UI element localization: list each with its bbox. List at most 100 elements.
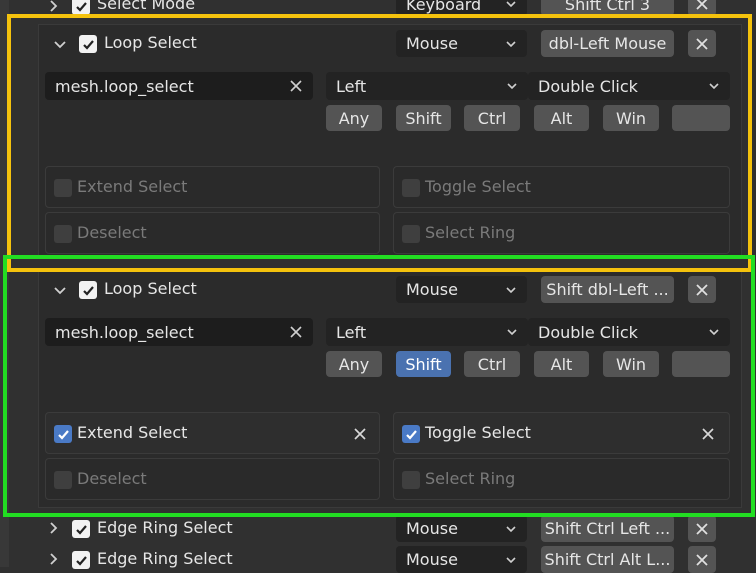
toggle-select-checkbox[interactable]: [402, 425, 420, 443]
remove-item-button[interactable]: [688, 546, 716, 573]
operator-field[interactable]: mesh.loop_select: [45, 72, 313, 100]
input-type-dropdown[interactable]: Keyboard: [396, 0, 527, 16]
modifier-alt-button[interactable]: Alt: [534, 105, 589, 131]
mouse-button-dropdown[interactable]: Left: [326, 72, 528, 100]
chevron-down-icon: [506, 286, 516, 293]
property-label: Deselect: [77, 469, 147, 488]
select-ring-checkbox[interactable]: [402, 471, 420, 489]
close-icon: [696, 37, 708, 50]
chevron-right-icon[interactable]: [43, 518, 63, 538]
chevron-right-icon[interactable]: [43, 0, 63, 16]
operator-value: mesh.loop_select: [55, 322, 194, 342]
operator-value: mesh.loop_select: [55, 76, 194, 96]
input-type-dropdown[interactable]: Mouse: [396, 276, 527, 303]
event-value: Double Click: [538, 322, 638, 342]
modifier-any-button[interactable]: Any: [326, 351, 382, 377]
chevron-down-icon: [507, 83, 517, 90]
key-modifier-field[interactable]: [672, 351, 730, 377]
chevron-down-icon[interactable]: [50, 280, 70, 300]
input-type-dropdown[interactable]: Mouse: [396, 515, 527, 542]
chevron-down-icon: [507, 329, 517, 336]
property-label: Select Ring: [425, 469, 516, 488]
property-extend-select[interactable]: Extend Select: [45, 412, 380, 454]
modifier-alt-button[interactable]: Alt: [534, 351, 589, 377]
modifier-ctrl-button[interactable]: Ctrl: [464, 105, 520, 131]
property-label: Extend Select: [77, 423, 188, 442]
extend-select-checkbox[interactable]: [54, 179, 72, 197]
input-type-value: Keyboard: [406, 0, 482, 14]
key-modifier-field[interactable]: [672, 105, 730, 131]
chevron-down-icon[interactable]: [50, 34, 70, 54]
property-select-ring[interactable]: Select Ring: [393, 212, 730, 254]
modifier-shift-button[interactable]: Shift: [396, 105, 451, 131]
close-icon: [696, 0, 708, 10]
input-type-value: Mouse: [406, 550, 458, 569]
loop-select-checkbox[interactable]: [79, 35, 97, 53]
remove-item-button[interactable]: [688, 0, 716, 16]
mouse-button-value: Left: [336, 322, 367, 342]
close-icon[interactable]: [700, 426, 716, 442]
chevron-right-icon[interactable]: [43, 549, 63, 569]
remove-item-button[interactable]: [688, 276, 716, 303]
remove-item-button[interactable]: [688, 515, 716, 542]
key-combo-button[interactable]: Shift Ctrl Left ...: [541, 515, 674, 542]
select-ring-checkbox[interactable]: [402, 225, 420, 243]
remove-item-button[interactable]: [688, 30, 716, 57]
property-extend-select[interactable]: Extend Select: [45, 166, 380, 208]
property-deselect[interactable]: Deselect: [45, 212, 380, 254]
modifier-win-button[interactable]: Win: [603, 105, 659, 131]
checkmark-icon: [405, 429, 417, 440]
checkmark-icon: [75, 555, 87, 566]
property-label: Toggle Select: [425, 423, 531, 442]
modifier-shift-button[interactable]: Shift: [396, 351, 451, 377]
input-type-dropdown[interactable]: Mouse: [396, 30, 527, 57]
mouse-button-dropdown[interactable]: Left: [326, 318, 528, 346]
chevron-down-icon: [709, 83, 719, 90]
close-icon[interactable]: [289, 325, 303, 339]
keymap-item-name: Loop Select: [104, 33, 197, 52]
key-combo-button[interactable]: dbl-Left Mouse: [541, 30, 674, 57]
input-type-value: Mouse: [406, 280, 458, 299]
deselect-checkbox[interactable]: [54, 471, 72, 489]
keymap-item-name: Select Mode: [97, 0, 196, 13]
loop-select-checkbox[interactable]: [79, 281, 97, 299]
property-toggle-select[interactable]: Toggle Select: [393, 166, 730, 208]
event-value-dropdown[interactable]: Double Click: [528, 318, 730, 346]
operator-field[interactable]: mesh.loop_select: [45, 318, 313, 346]
deselect-checkbox[interactable]: [54, 225, 72, 243]
property-label: Select Ring: [425, 223, 516, 242]
modifier-ctrl-button[interactable]: Ctrl: [464, 351, 520, 377]
event-value: Double Click: [538, 76, 638, 96]
close-icon: [696, 553, 708, 566]
property-deselect[interactable]: Deselect: [45, 458, 380, 500]
key-combo-button[interactable]: Shift Ctrl 3: [541, 0, 674, 16]
key-combo-button[interactable]: Shift dbl-Left ...: [541, 276, 674, 303]
chevron-down-icon: [506, 525, 516, 532]
chevron-down-icon: [506, 556, 516, 563]
property-label: Extend Select: [77, 177, 188, 196]
modifier-any-button[interactable]: Any: [326, 105, 382, 131]
checkmark-icon: [57, 429, 69, 440]
keymap-item-name: Edge Ring Select: [97, 549, 233, 568]
edge-ring-select-checkbox[interactable]: [72, 551, 90, 569]
property-toggle-select[interactable]: Toggle Select: [393, 412, 730, 454]
input-type-value: Mouse: [406, 34, 458, 53]
modifier-win-button[interactable]: Win: [603, 351, 659, 377]
close-icon[interactable]: [352, 426, 368, 442]
checkmark-icon: [75, 524, 87, 535]
close-icon[interactable]: [289, 79, 303, 93]
checkmark-icon: [75, 1, 87, 12]
key-combo-button[interactable]: Shift Ctrl Alt L...: [541, 546, 674, 573]
chevron-down-icon: [709, 329, 719, 336]
event-value-dropdown[interactable]: Double Click: [528, 72, 730, 100]
extend-select-checkbox[interactable]: [54, 425, 72, 443]
chevron-down-icon: [506, 1, 516, 8]
checkmark-icon: [82, 285, 94, 296]
property-select-ring[interactable]: Select Ring: [393, 458, 730, 500]
input-type-dropdown[interactable]: Mouse: [396, 546, 527, 573]
select-mode-checkbox[interactable]: [72, 0, 90, 15]
toggle-select-checkbox[interactable]: [402, 179, 420, 197]
property-label: Deselect: [77, 223, 147, 242]
mouse-button-value: Left: [336, 76, 367, 96]
edge-ring-select-checkbox[interactable]: [72, 520, 90, 538]
